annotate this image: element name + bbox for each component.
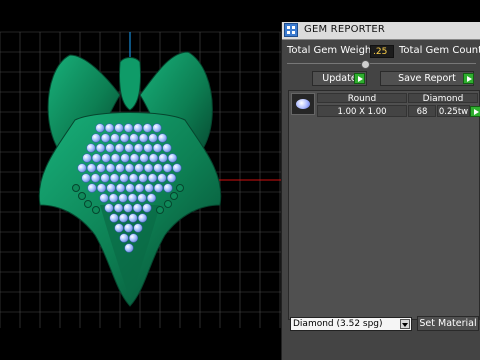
save-report-button-label: Save Report bbox=[398, 73, 456, 84]
viewport-canvas[interactable] bbox=[0, 0, 281, 360]
round-gem-icon[interactable] bbox=[291, 93, 315, 115]
header-round: Round bbox=[317, 93, 407, 104]
gem-reporter-panel: GEM REPORTER Total Gem Weight .25 Total … bbox=[281, 22, 480, 360]
material-select-value: Diamond (3.52 spg) bbox=[293, 319, 383, 329]
gem-weight-cell: 0.25tw bbox=[437, 105, 470, 117]
gem-list[interactable]: Round Diamond 1.00 X 1.00 68 0.25tw bbox=[288, 90, 480, 320]
material-select[interactable]: Diamond (3.52 spg) bbox=[290, 317, 412, 331]
update-play-icon[interactable] bbox=[354, 73, 365, 84]
total-gem-count-label: Total Gem Count bbox=[399, 45, 480, 56]
gem-size-cell: 1.00 X 1.00 bbox=[317, 105, 407, 117]
update-button-label: Update bbox=[322, 73, 357, 84]
chevron-down-icon[interactable] bbox=[400, 319, 410, 329]
divider-knob[interactable] bbox=[361, 60, 370, 69]
set-material-button[interactable]: Set Material bbox=[417, 316, 479, 331]
total-gem-weight-field: .25 bbox=[370, 45, 394, 58]
save-report-button[interactable]: Save Report bbox=[380, 71, 474, 86]
set-material-button-label: Set Material bbox=[419, 318, 477, 329]
panel-titlebar: GEM REPORTER bbox=[282, 22, 480, 40]
save-report-play-icon[interactable] bbox=[463, 73, 474, 84]
panel-title: GEM REPORTER bbox=[304, 24, 386, 35]
total-gem-weight-label: Total Gem Weight bbox=[287, 45, 376, 56]
header-diamond: Diamond bbox=[408, 93, 478, 104]
gem-count-cell: 68 bbox=[408, 105, 436, 117]
gem-row-play-icon[interactable] bbox=[470, 106, 480, 117]
divider-line bbox=[287, 63, 476, 64]
gem-reporter-app-icon bbox=[284, 23, 298, 37]
